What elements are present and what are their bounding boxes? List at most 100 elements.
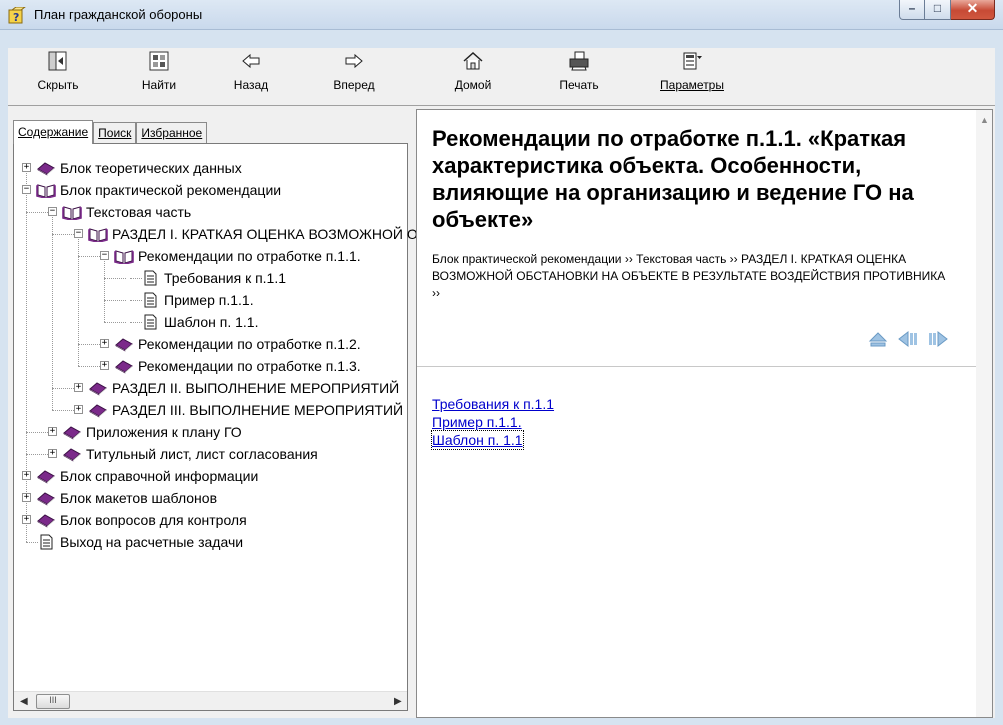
expand-icon[interactable]: + — [74, 383, 83, 392]
back-button[interactable]: Назад — [226, 50, 276, 104]
window-controls: – □ ✕ — [899, 0, 995, 21]
tree-item[interactable]: + Рекомендации по отработке п.1.2. — [14, 333, 407, 355]
forward-button[interactable]: Вперед — [326, 50, 382, 104]
tree-item[interactable]: − РАЗДЕЛ I. КРАТКАЯ ОЦЕНКА ВОЗМОЖНОЙ ОБСТ… — [14, 223, 502, 245]
link-template[interactable]: Шаблон п. 1.1 — [431, 430, 524, 450]
tree-item[interactable]: + Блок вопросов для контроля — [14, 509, 407, 531]
contents-tree[interactable]: + Блок теоретических данных − Блок практиче… — [13, 143, 502, 711]
svg-text:?: ? — [13, 11, 19, 24]
open-book-icon — [88, 226, 108, 243]
expand-icon[interactable]: + — [22, 493, 31, 502]
tree-item[interactable]: − Рекомендации по отработке п.1.1. — [14, 245, 407, 267]
tab-search[interactable]: Поиск — [93, 122, 137, 144]
close-button[interactable]: ✕ — [951, 0, 995, 20]
tree-horizontal-scrollbar[interactable]: ◀ III ▶ — [14, 691, 407, 710]
page-icon — [140, 270, 160, 286]
expand-icon[interactable]: + — [48, 427, 57, 436]
tree-item[interactable]: + Титульный лист, лист согласования — [14, 443, 407, 465]
print-button[interactable]: Печать — [553, 50, 605, 104]
closed-book-icon — [62, 424, 82, 440]
tree-item[interactable]: + РАЗДЕЛ III. ВЫПОЛНЕНИЕ МЕРОПРИЯТИЙ — [14, 399, 407, 421]
tree-item[interactable]: + Блок справочной информации — [14, 465, 407, 487]
closed-book-icon — [88, 402, 108, 418]
home-icon — [463, 51, 483, 70]
expand-icon[interactable]: + — [22, 471, 31, 480]
collapse-icon[interactable]: − — [74, 229, 83, 238]
content-vertical-scrollbar[interactable]: ▲ — [976, 110, 992, 717]
title-bar[interactable]: ? План гражданской обороны – □ ✕ — [0, 0, 1003, 30]
scroll-left-icon[interactable]: ◀ — [20, 696, 28, 707]
previous-topic-icon[interactable] — [897, 330, 919, 348]
closed-book-icon — [36, 512, 56, 528]
tree-item-label: Блок практической рекомендации — [60, 182, 282, 198]
closed-book-icon — [36, 490, 56, 506]
back-arrow-icon — [242, 53, 260, 69]
expand-icon[interactable]: + — [100, 339, 109, 348]
next-topic-icon[interactable] — [927, 330, 949, 348]
tree-item[interactable]: Выход на расчетные задачи — [14, 531, 407, 553]
tab-contents[interactable]: Содержание — [13, 120, 94, 144]
print-label: Печать — [559, 78, 599, 92]
tree-item[interactable]: + Блок макетов шаблонов — [14, 487, 407, 509]
tab-favorites[interactable]: Избранное — [136, 122, 208, 144]
tree-item-label: Рекомендации по отработке п.1.2. — [138, 336, 361, 352]
tree-item[interactable]: + РАЗДЕЛ II. ВЫПОЛНЕНИЕ МЕРОПРИЯТИЙ — [14, 377, 407, 399]
closed-book-icon — [62, 446, 82, 462]
tree-item-label: Рекомендации по отработке п.1.3. — [138, 358, 361, 374]
tree-item-label: Пример п.1.1. — [164, 292, 254, 308]
tree-item[interactable]: + Приложения к плану ГО — [14, 421, 407, 443]
tree-item[interactable]: Требования к п.1.1 — [14, 267, 407, 289]
scroll-thumb[interactable]: III — [36, 694, 70, 709]
collapse-icon[interactable]: − — [22, 185, 31, 194]
minimize-button[interactable]: – — [899, 0, 925, 20]
tree-item-label: Титульный лист, лист согласования — [86, 446, 318, 462]
tree-item[interactable]: Пример п.1.1. — [14, 289, 407, 311]
options-icon — [683, 52, 702, 70]
options-button[interactable]: Параметры — [642, 50, 742, 104]
tree-item[interactable]: − Блок практической рекомендации — [14, 179, 407, 201]
page-icon — [36, 534, 56, 550]
up-topic-icon[interactable] — [867, 330, 889, 348]
topic-links: Требования к п.1.1 Пример п.1.1. Шаблон … — [431, 395, 554, 450]
open-book-icon — [62, 204, 82, 221]
tree-item[interactable]: + Рекомендации по отработке п.1.3. — [14, 355, 407, 377]
scroll-up-icon[interactable]: ▲ — [980, 115, 989, 125]
link-example[interactable]: Пример п.1.1. — [432, 413, 554, 431]
tree-item-label: Блок теоретических данных — [60, 160, 242, 176]
home-button[interactable]: Домой — [448, 50, 498, 104]
tree-item-label: Требования к п.1.1 — [164, 270, 287, 286]
tree-item-label: Блок справочной информации — [60, 468, 259, 484]
tree-item[interactable]: − Текстовая часть — [14, 201, 407, 223]
collapse-icon[interactable]: − — [48, 207, 57, 216]
maximize-button[interactable]: □ — [925, 0, 951, 20]
tree-item-label: Рекомендации по отработке п.1.1. — [138, 248, 361, 264]
expand-icon[interactable]: + — [22, 163, 31, 172]
help-book-icon: ? — [8, 7, 26, 24]
home-label: Домой — [454, 78, 492, 92]
expand-icon[interactable]: + — [74, 405, 83, 414]
tree-item[interactable]: + Блок теоретических данных — [14, 157, 407, 179]
topic-header: Рекомендации по отработке п.1.1. «Кратка… — [417, 110, 977, 367]
link-requirements[interactable]: Требования к п.1.1 — [432, 395, 554, 413]
closed-book-icon — [88, 380, 108, 396]
tab-contents-label: Содержание — [18, 125, 89, 139]
topic-content: Рекомендации по отработке п.1.1. «Кратка… — [416, 109, 993, 718]
tree-item[interactable]: Шаблон п. 1.1. — [14, 311, 407, 333]
scroll-right-icon[interactable]: ▶ — [394, 696, 402, 707]
find-button[interactable]: Найти — [133, 50, 185, 104]
close-icon: ✕ — [966, 0, 979, 16]
forward-arrow-icon — [345, 53, 363, 69]
hide-button[interactable]: Скрыть — [30, 50, 86, 104]
back-label: Назад — [233, 78, 269, 92]
expand-icon[interactable]: + — [22, 515, 31, 524]
collapse-icon[interactable]: − — [100, 251, 109, 260]
page-title: Рекомендации по отработке п.1.1. «Кратка… — [432, 126, 914, 232]
closed-book-icon — [36, 468, 56, 484]
minimize-icon: – — [908, 1, 916, 15]
hide-label: Скрыть — [37, 78, 79, 92]
scroll-thumb-grip: III — [49, 695, 57, 705]
expand-icon[interactable]: + — [48, 449, 57, 458]
expand-icon[interactable]: + — [100, 361, 109, 370]
tree-item-label: Выход на расчетные задачи — [60, 534, 244, 550]
tree-item-label: Блок макетов шаблонов — [60, 490, 218, 506]
